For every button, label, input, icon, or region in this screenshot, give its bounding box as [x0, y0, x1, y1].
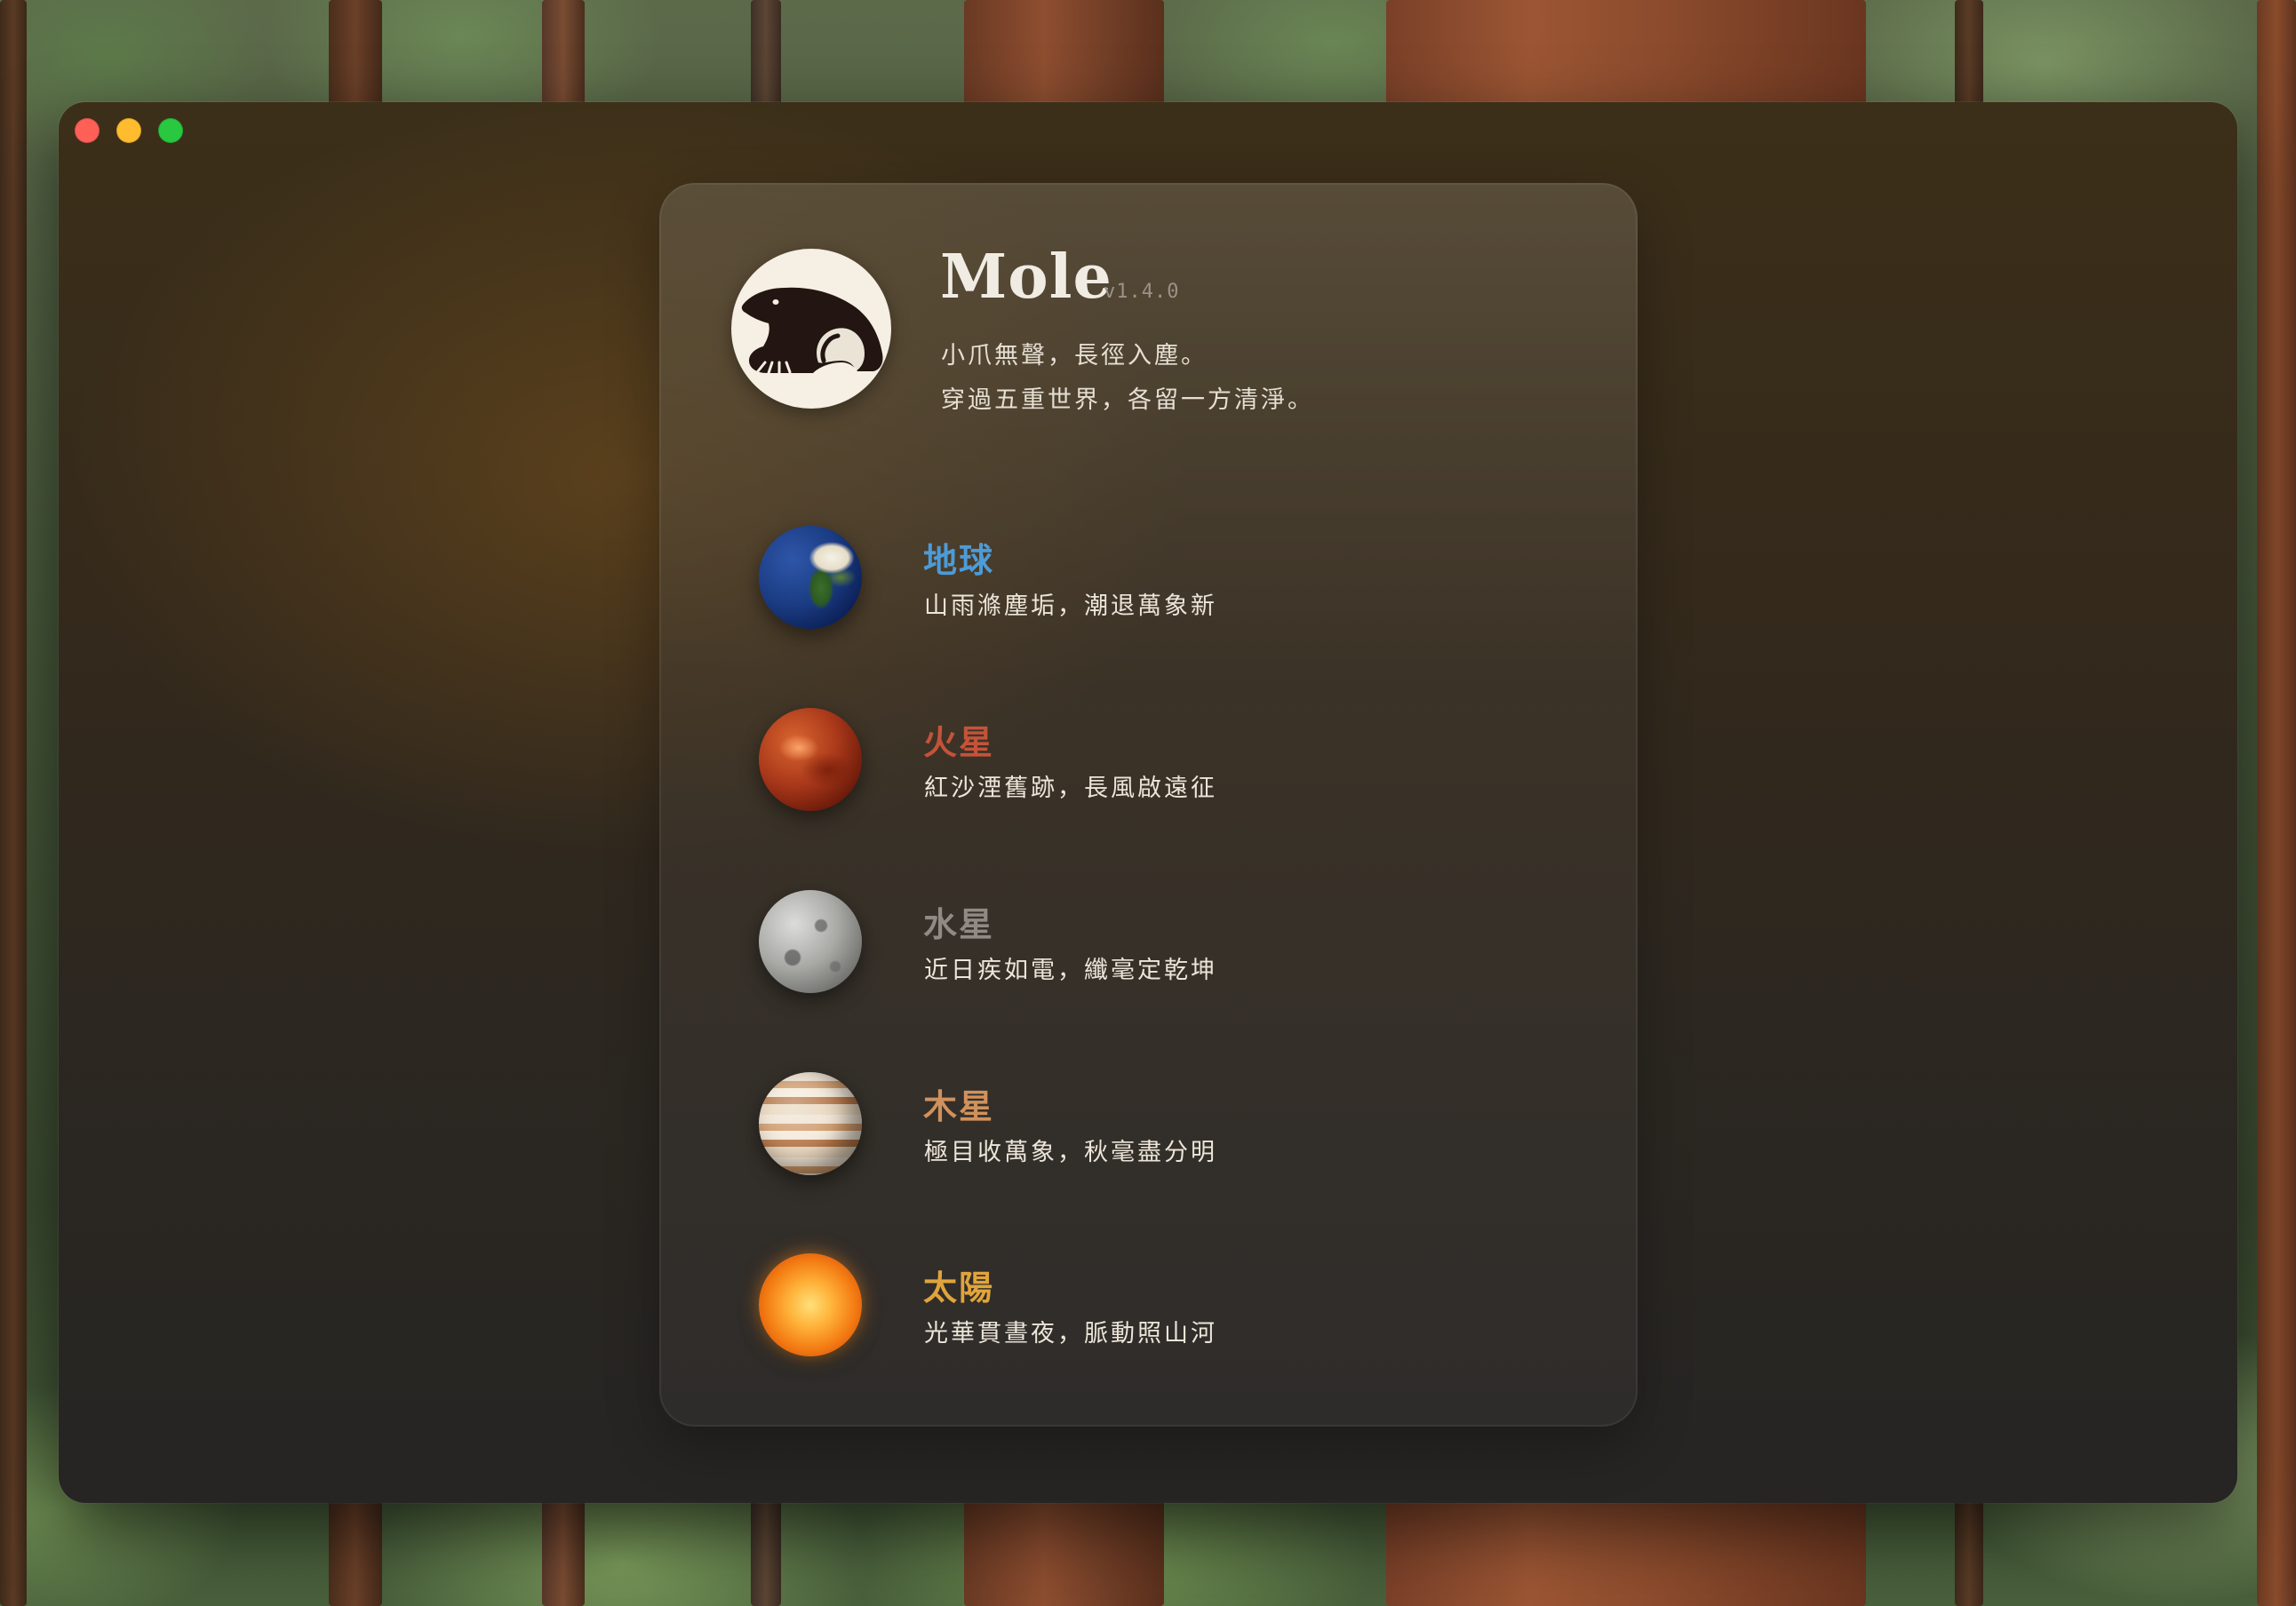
sun-icon	[759, 1253, 862, 1356]
mercury-icon	[759, 890, 862, 993]
app-name: Mole	[940, 242, 1112, 313]
zoom-button[interactable]	[158, 118, 183, 143]
mole-logo-icon	[731, 249, 891, 409]
window-controls	[75, 118, 183, 143]
app-window: Mole v1.4.0 小爪無聲，長徑入塵。 穿過五重世界，各留一方清淨。 地球…	[59, 102, 2237, 1503]
planet-name: 太陽	[923, 1268, 995, 1308]
planet-row-mars[interactable]: 火星 紅沙湮舊跡，長風啟遠征	[659, 688, 1638, 831]
planet-motto: 極目收萬象，秋毫盡分明	[924, 1139, 1217, 1166]
tagline-line-1: 小爪無聲，長徑入塵。	[941, 342, 1208, 370]
planet-motto: 山雨滌塵垢，潮退萬象新	[924, 592, 1217, 620]
planet-name: 火星	[923, 722, 995, 762]
planet-motto: 近日疾如電，纖毫定乾坤	[924, 957, 1217, 984]
close-button[interactable]	[75, 118, 100, 143]
planet-name: 地球	[923, 540, 995, 580]
planet-row-sun[interactable]: 太陽 光華貫晝夜，脈動照山河	[659, 1234, 1638, 1376]
planet-name: 水星	[923, 904, 995, 944]
earth-icon	[759, 526, 862, 629]
mole-icon	[741, 287, 883, 375]
about-card: Mole v1.4.0 小爪無聲，長徑入塵。 穿過五重世界，各留一方清淨。 地球…	[659, 183, 1638, 1427]
wallpaper-trunk	[2257, 0, 2296, 1606]
mars-icon	[759, 708, 862, 811]
planet-row-earth[interactable]: 地球 山雨滌塵垢，潮退萬象新	[659, 506, 1638, 648]
app-version: v1.4.0	[1104, 281, 1180, 303]
planet-name: 木星	[923, 1086, 995, 1126]
planet-motto: 光華貫晝夜，脈動照山河	[924, 1320, 1217, 1348]
wallpaper-trunk	[0, 0, 27, 1606]
tagline-line-2: 穿過五重世界，各留一方清淨。	[941, 386, 1314, 414]
jupiter-icon	[759, 1072, 862, 1175]
planet-motto: 紅沙湮舊跡，長風啟遠征	[924, 775, 1217, 802]
minimize-button[interactable]	[116, 118, 141, 143]
planet-row-mercury[interactable]: 水星 近日疾如電，纖毫定乾坤	[659, 871, 1638, 1013]
planet-row-jupiter[interactable]: 木星 極目收萬象，秋毫盡分明	[659, 1053, 1638, 1195]
